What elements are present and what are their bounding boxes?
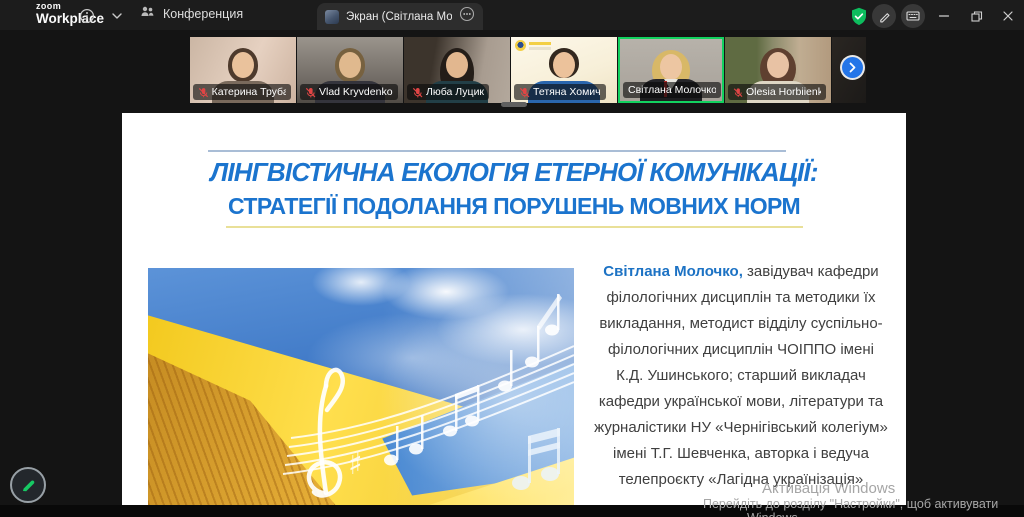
slide-title-line2: СТРАТЕГІЇ ПОДОЛАННЯ ПОРУШЕНЬ МОВНИХ НОРМ: [122, 193, 906, 220]
people-icon: [140, 5, 155, 22]
close-button[interactable]: [996, 4, 1020, 28]
windows-activation-watermark-line1: Активація Windows: [762, 480, 895, 497]
bio-line: філологічних дисциплін та методики їх: [580, 285, 902, 311]
participant-name-pill: Тетяна Хомич: [514, 84, 606, 100]
participant-tile[interactable]: Olesia Horbiienko: [725, 37, 831, 103]
bio-line: імені Т.Г. Шевченка, авторка і ведуча: [580, 441, 902, 467]
title-underline: [226, 226, 803, 228]
participant-strip: Катерина Труба Vlad Kryvdenko Люба Луцик Те…: [190, 37, 866, 103]
bio-line: К.Д. Ушинського; старший викладач: [580, 363, 902, 389]
keyboard-icon[interactable]: [901, 4, 925, 28]
mic-muted-icon: [733, 87, 743, 98]
tab-meeting-label: Конференция: [163, 7, 243, 21]
bio-line: кафедри української мови, літератури та: [580, 389, 902, 415]
shared-screen-slide: ЛІНГВІСТИЧНА ЕКОЛОГІЯ ЕТЕРНОЇ КОМУНІКАЦІ…: [122, 113, 906, 505]
svg-text:♯: ♯: [348, 447, 363, 482]
tab-meeting[interactable]: Конференция: [140, 5, 243, 22]
mic-muted-icon: [198, 87, 209, 98]
participant-name-pill: Катерина Труба: [193, 84, 291, 100]
mic-muted-icon: [305, 87, 316, 98]
bio-line: викладання, методист відділу суспільно-: [580, 311, 902, 337]
participant-tile[interactable]: Світлана Молочко: [618, 37, 724, 103]
restore-button[interactable]: [964, 4, 988, 28]
participant-name: Тетяна Хомич: [533, 86, 601, 98]
annotate-pencil-button[interactable]: [10, 467, 46, 503]
minimize-button[interactable]: [932, 4, 956, 28]
participant-name-pill: Vlad Kryvdenko: [300, 84, 398, 100]
title-top-rule: [208, 150, 786, 152]
windows-activation-watermark-line2: Перейдіть до розділу "Настройки", щоб ак…: [703, 497, 998, 511]
participant-name: Vlad Kryvdenko: [319, 86, 393, 98]
presenter-bio: Світлана Молочко, завідувач кафедрифілол…: [580, 259, 902, 493]
info-icon[interactable]: [78, 7, 96, 25]
chevron-down-icon[interactable]: [108, 7, 126, 25]
mic-muted-icon: [412, 87, 423, 98]
participant-tile[interactable]: Тетяна Хомич: [511, 37, 617, 103]
bio-line: журналістики НУ «Чернігівський колегіум»: [580, 415, 902, 441]
tab-more-icon[interactable]: [459, 6, 475, 27]
presenter-name: Світлана Молочко,: [603, 263, 743, 280]
participant-tile[interactable]: Люба Луцик: [404, 37, 510, 103]
tab-shared-screen-label: Экран (Світлана Молочко): [346, 11, 452, 23]
bio-line: Світлана Молочко, завідувач кафедри: [580, 259, 902, 285]
tab-thumbnail: [325, 10, 339, 24]
title-bar: zoom Workplace Конференция Экран (Світла…: [0, 0, 1024, 30]
participant-name: Катерина Труба: [212, 86, 286, 98]
participant-tile[interactable]: Vlad Kryvdenko: [297, 37, 403, 103]
edit-pencil-icon[interactable]: [872, 4, 896, 28]
participant-name-pill: Olesia Horbiienko: [728, 84, 826, 100]
strip-collapse-handle[interactable]: [501, 102, 527, 107]
bio-line: філологічних дисциплін ЧОІППО імені: [580, 337, 902, 363]
ukraine-flag-image: ♯: [148, 268, 574, 505]
zoom-window: zoom Workplace Конференция Экран (Світла…: [0, 0, 1024, 517]
participant-name: Світлана Молочко: [628, 84, 716, 96]
participant-name-pill: Світлана Молочко: [623, 82, 721, 98]
security-shield-icon[interactable]: [848, 5, 870, 27]
tab-shared-screen[interactable]: Экран (Світлана Молочко): [317, 3, 483, 30]
music-notes-overlay: ♯: [148, 268, 574, 504]
next-participants-button[interactable]: [842, 57, 863, 78]
participant-tile[interactable]: Катерина Труба: [190, 37, 296, 103]
participant-name: Olesia Horbiienko: [746, 86, 821, 98]
participant-name: Люба Луцик: [426, 86, 484, 98]
mic-muted-icon: [519, 87, 530, 98]
participant-name-pill: Люба Луцик: [407, 84, 489, 100]
slide-title-line1: ЛІНГВІСТИЧНА ЕКОЛОГІЯ ЕТЕРНОЇ КОМУНІКАЦІ…: [122, 157, 906, 188]
windows-activation-watermark-line3: Windows.: [747, 511, 801, 517]
slide-title: ЛІНГВІСТИЧНА ЕКОЛОГІЯ ЕТЕРНОЇ КОМУНІКАЦІ…: [122, 157, 906, 228]
